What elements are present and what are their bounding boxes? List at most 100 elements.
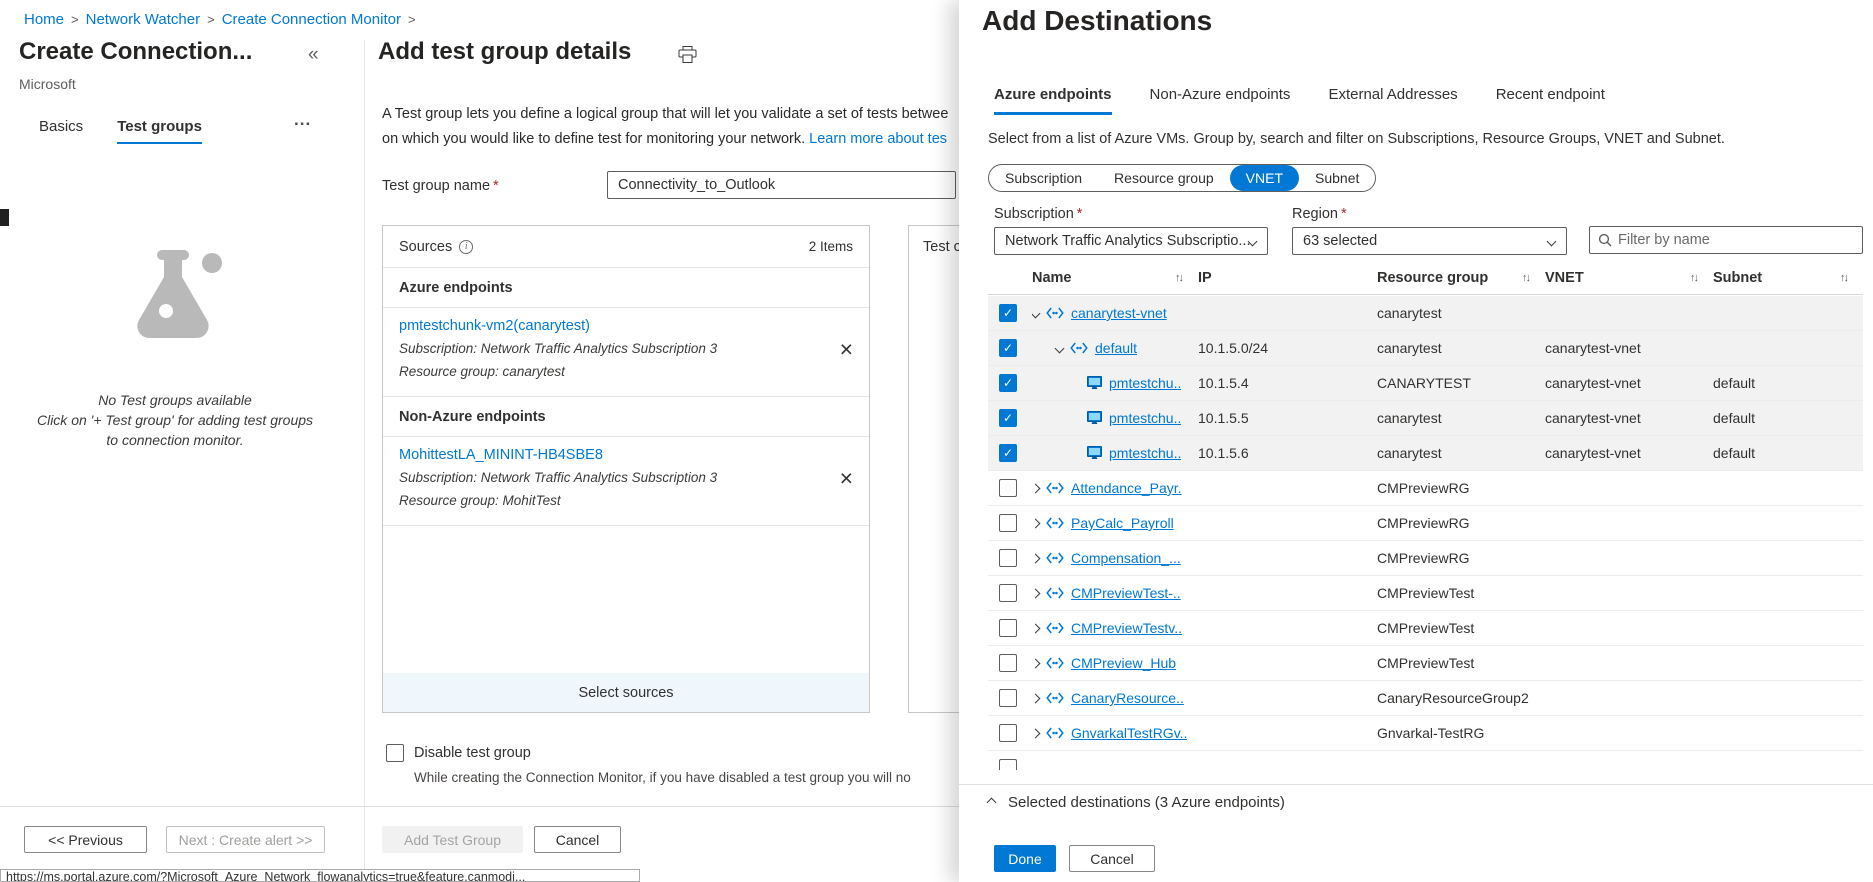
vm-icon xyxy=(1087,376,1102,390)
sort-icon[interactable]: ↑↓ xyxy=(1840,272,1847,284)
row-checkbox[interactable] xyxy=(999,584,1017,602)
pill-resource-group[interactable]: Resource group xyxy=(1098,165,1230,191)
table-row[interactable]: Attendance_Payr.CMPreviewRG xyxy=(988,471,1863,506)
table-row[interactable] xyxy=(988,751,1863,770)
source-name-link[interactable]: pmtestchunk-vm2(canarytest) xyxy=(399,318,590,334)
row-name-link[interactable]: canarytest-vnet xyxy=(1071,305,1167,321)
row-name-link[interactable]: CanaryResource.. xyxy=(1071,690,1184,706)
row-name-link[interactable]: CMPreviewTestv.. xyxy=(1071,620,1182,636)
cancel-button[interactable]: Cancel xyxy=(1069,845,1155,872)
column-header-name[interactable]: Name↑↓ xyxy=(1032,270,1198,286)
tab-basics[interactable]: Basics xyxy=(39,118,83,144)
row-vnet: canarytest-vnet xyxy=(1545,340,1713,356)
expand-row-chevron-icon[interactable] xyxy=(1032,518,1040,528)
pill-subnet[interactable]: Subnet xyxy=(1299,165,1375,191)
expand-row-chevron-icon[interactable] xyxy=(1032,553,1040,563)
table-row[interactable]: ✓pmtestchu..10.1.5.5canarytestcanarytest… xyxy=(988,401,1863,436)
row-name-link[interactable]: pmtestchu.. xyxy=(1109,375,1181,391)
column-header-resource-group[interactable]: Resource group↑↓ xyxy=(1377,270,1545,286)
row-name-link[interactable]: default xyxy=(1095,340,1137,356)
row-vnet: canarytest-vnet xyxy=(1545,445,1713,461)
breadcrumb-network-watcher[interactable]: Network Watcher xyxy=(86,11,200,28)
row-checkbox[interactable]: ✓ xyxy=(999,304,1017,322)
test-group-name-input[interactable] xyxy=(607,171,956,199)
table-row[interactable]: GnvarkalTestRGv..Gnvarkal-TestRG xyxy=(988,716,1863,751)
info-icon[interactable]: i xyxy=(459,240,473,254)
select-sources-link[interactable]: Select sources xyxy=(578,685,673,701)
search-icon xyxy=(1598,233,1612,247)
column-header-ip[interactable]: IP xyxy=(1198,270,1377,286)
remove-source-icon[interactable]: × xyxy=(840,467,853,490)
tab-azure-endpoints[interactable]: Azure endpoints xyxy=(994,86,1112,115)
selected-destinations-summary[interactable]: Selected destinations (3 Azure endpoints… xyxy=(988,794,1285,811)
row-name-link[interactable]: CMPreviewTest-.. xyxy=(1071,585,1181,601)
breadcrumb-create-connection-monitor[interactable]: Create Connection Monitor xyxy=(222,11,401,28)
table-row[interactable]: ✓pmtestchu..10.1.5.6canarytestcanarytest… xyxy=(988,436,1863,471)
row-resource-group: CMPreviewTest xyxy=(1377,620,1545,636)
collapse-row-chevron-icon[interactable] xyxy=(1032,308,1040,318)
row-checkbox[interactable] xyxy=(999,479,1017,497)
row-checkbox[interactable] xyxy=(999,724,1017,742)
cancel-button[interactable]: Cancel xyxy=(534,826,621,853)
previous-button[interactable]: << Previous xyxy=(24,826,147,853)
table-row[interactable]: CMPreview_HubCMPreviewTest xyxy=(988,646,1863,681)
expand-row-chevron-icon[interactable] xyxy=(1032,693,1040,703)
breadcrumb-home[interactable]: Home xyxy=(24,11,64,28)
next-create-alert-button[interactable]: Next : Create alert >> xyxy=(166,826,325,853)
pill-subscription[interactable]: Subscription xyxy=(989,165,1098,191)
pill-vnet[interactable]: VNET xyxy=(1230,165,1299,191)
row-checkbox[interactable]: ✓ xyxy=(999,374,1017,392)
expand-row-chevron-icon[interactable] xyxy=(1032,483,1040,493)
table-row[interactable]: CMPreviewTest-..CMPreviewTest xyxy=(988,576,1863,611)
row-checkbox[interactable]: ✓ xyxy=(999,444,1017,462)
subscription-dropdown[interactable]: Network Traffic Analytics Subscriptio... xyxy=(994,227,1268,255)
row-checkbox[interactable] xyxy=(999,689,1017,707)
source-name-link[interactable]: MohittestLA_MININT-HB4SBE8 xyxy=(399,447,603,463)
add-test-group-button[interactable]: Add Test Group xyxy=(382,826,523,853)
tab-recent-endpoint[interactable]: Recent endpoint xyxy=(1496,86,1605,115)
table-row[interactable]: CMPreviewTestv.. CMPreviewTest xyxy=(988,611,1863,646)
collapse-row-chevron-icon[interactable] xyxy=(1055,343,1065,353)
expand-row-chevron-icon[interactable] xyxy=(1032,728,1040,738)
row-checkbox[interactable] xyxy=(999,654,1017,672)
table-row[interactable]: CanaryResource..CanaryResourceGroup2 xyxy=(988,681,1863,716)
row-name-link[interactable]: Attendance_Payr. xyxy=(1071,480,1182,496)
row-name-link[interactable]: PayCalc_Payroll xyxy=(1071,515,1174,531)
table-row[interactable]: ✓pmtestchu..10.1.5.4CANARYTESTcanarytest… xyxy=(988,366,1863,401)
tab-external-addresses[interactable]: External Addresses xyxy=(1328,86,1457,115)
tab-test-groups[interactable]: Test groups xyxy=(117,118,202,144)
expand-row-chevron-icon[interactable] xyxy=(1032,588,1040,598)
table-row[interactable]: ✓default10.1.5.0/24canarytestcanarytest-… xyxy=(988,331,1863,366)
filter-by-name-input[interactable] xyxy=(1618,232,1854,248)
sort-icon[interactable]: ↑↓ xyxy=(1690,272,1697,284)
row-checkbox[interactable]: ✓ xyxy=(999,339,1017,357)
column-header-vnet[interactable]: VNET↑↓ xyxy=(1545,270,1713,286)
sort-icon[interactable]: ↑↓ xyxy=(1175,272,1182,284)
print-icon[interactable] xyxy=(678,46,697,66)
row-name-link[interactable]: GnvarkalTestRGv.. xyxy=(1071,725,1187,741)
table-row[interactable]: ✓canarytest-vnetcanarytest xyxy=(988,296,1863,331)
row-checkbox[interactable] xyxy=(999,619,1017,637)
disable-test-group-checkbox[interactable] xyxy=(386,744,404,762)
column-header-subnet[interactable]: Subnet↑↓ xyxy=(1713,270,1863,286)
row-name-link[interactable]: pmtestchu.. xyxy=(1109,445,1181,461)
collapse-panel-button[interactable]: « xyxy=(308,44,319,66)
learn-more-link[interactable]: Learn more about tes xyxy=(809,131,947,147)
table-row[interactable]: PayCalc_PayrollCMPreviewRG xyxy=(988,506,1863,541)
remove-source-icon[interactable]: × xyxy=(840,338,853,361)
table-row[interactable]: Compensation_...CMPreviewRG xyxy=(988,541,1863,576)
tab-non-azure-endpoints[interactable]: Non-Azure endpoints xyxy=(1150,86,1291,115)
expand-row-chevron-icon[interactable] xyxy=(1032,623,1040,633)
region-dropdown[interactable]: 63 selected xyxy=(1292,227,1567,255)
expand-row-chevron-icon[interactable] xyxy=(1032,658,1040,668)
row-checkbox[interactable] xyxy=(999,759,1017,770)
more-options-button[interactable]: ... xyxy=(294,110,311,130)
row-name-link[interactable]: CMPreview_Hub xyxy=(1071,655,1176,671)
row-name-link[interactable]: Compensation_... xyxy=(1071,550,1181,566)
row-name-link[interactable]: pmtestchu.. xyxy=(1109,410,1181,426)
row-checkbox[interactable] xyxy=(999,514,1017,532)
sort-icon[interactable]: ↑↓ xyxy=(1522,272,1529,284)
row-checkbox[interactable] xyxy=(999,549,1017,567)
row-checkbox[interactable]: ✓ xyxy=(999,409,1017,427)
done-button[interactable]: Done xyxy=(994,845,1056,872)
